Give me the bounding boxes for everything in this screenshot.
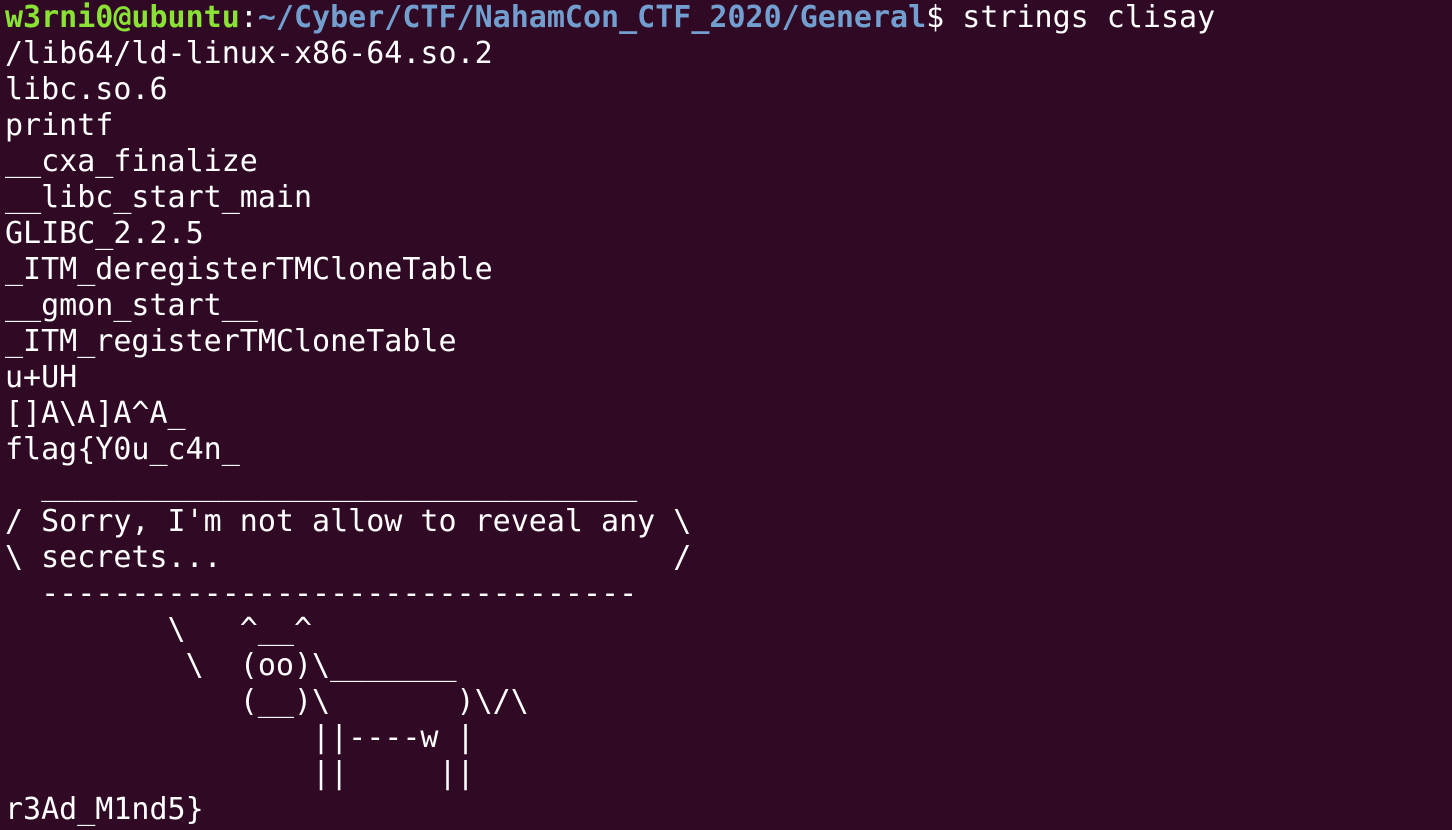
cowsay-cow-line: \ (oo)\_______ xyxy=(5,648,457,683)
cowsay-bubble-line-2: \ secrets... / xyxy=(5,540,692,575)
cowsay-cow-line: \ ^__^ xyxy=(5,612,313,647)
output-line: libc.so.6 xyxy=(5,72,168,107)
cowsay-cow-line: ||----w | xyxy=(5,720,475,755)
output-line: GLIBC_2.2.5 xyxy=(5,216,204,251)
command-text: strings clisay xyxy=(962,0,1216,35)
cowsay-cow-line: (__)\ )\/\ xyxy=(5,684,529,719)
cowsay-bubble-top: _________________________________ xyxy=(5,468,638,503)
output-line: /lib64/ld-linux-x86-64.so.2 xyxy=(5,36,493,71)
output-line: _ITM_registerTMCloneTable xyxy=(5,324,457,359)
output-line: __cxa_finalize xyxy=(5,144,258,179)
flag-part-2: r3Ad_M1nd5} xyxy=(5,792,204,827)
output-line: __gmon_start__ xyxy=(5,288,258,323)
cowsay-cow-line: || || xyxy=(5,756,475,791)
flag-part-1: flag{Y0u_c4n_ xyxy=(5,432,240,467)
output-line: __libc_start_main xyxy=(5,180,313,215)
prompt-colon: : xyxy=(239,0,258,35)
cowsay-bubble-bottom: --------------------------------- xyxy=(5,576,638,611)
output-line: []A\A]A^A_ xyxy=(5,396,186,431)
prompt-user-host: w3rni0@ubuntu xyxy=(5,0,240,35)
prompt-path: ~/Cyber/CTF/NahamCon_CTF_2020/General xyxy=(257,0,927,35)
output-line: _ITM_deregisterTMCloneTable xyxy=(5,252,493,287)
output-line: u+UH xyxy=(5,360,78,395)
output-line: printf xyxy=(5,108,114,143)
terminal-window[interactable]: w3rni0@ubuntu:~/Cyber/CTF/NahamCon_CTF_2… xyxy=(0,0,1452,830)
prompt-line: w3rni0@ubuntu:~/Cyber/CTF/NahamCon_CTF_2… xyxy=(5,0,1452,36)
prompt-dollar: $ xyxy=(926,0,963,35)
cowsay-bubble-line-1: / Sorry, I'm not allow to reveal any \ xyxy=(5,504,692,539)
